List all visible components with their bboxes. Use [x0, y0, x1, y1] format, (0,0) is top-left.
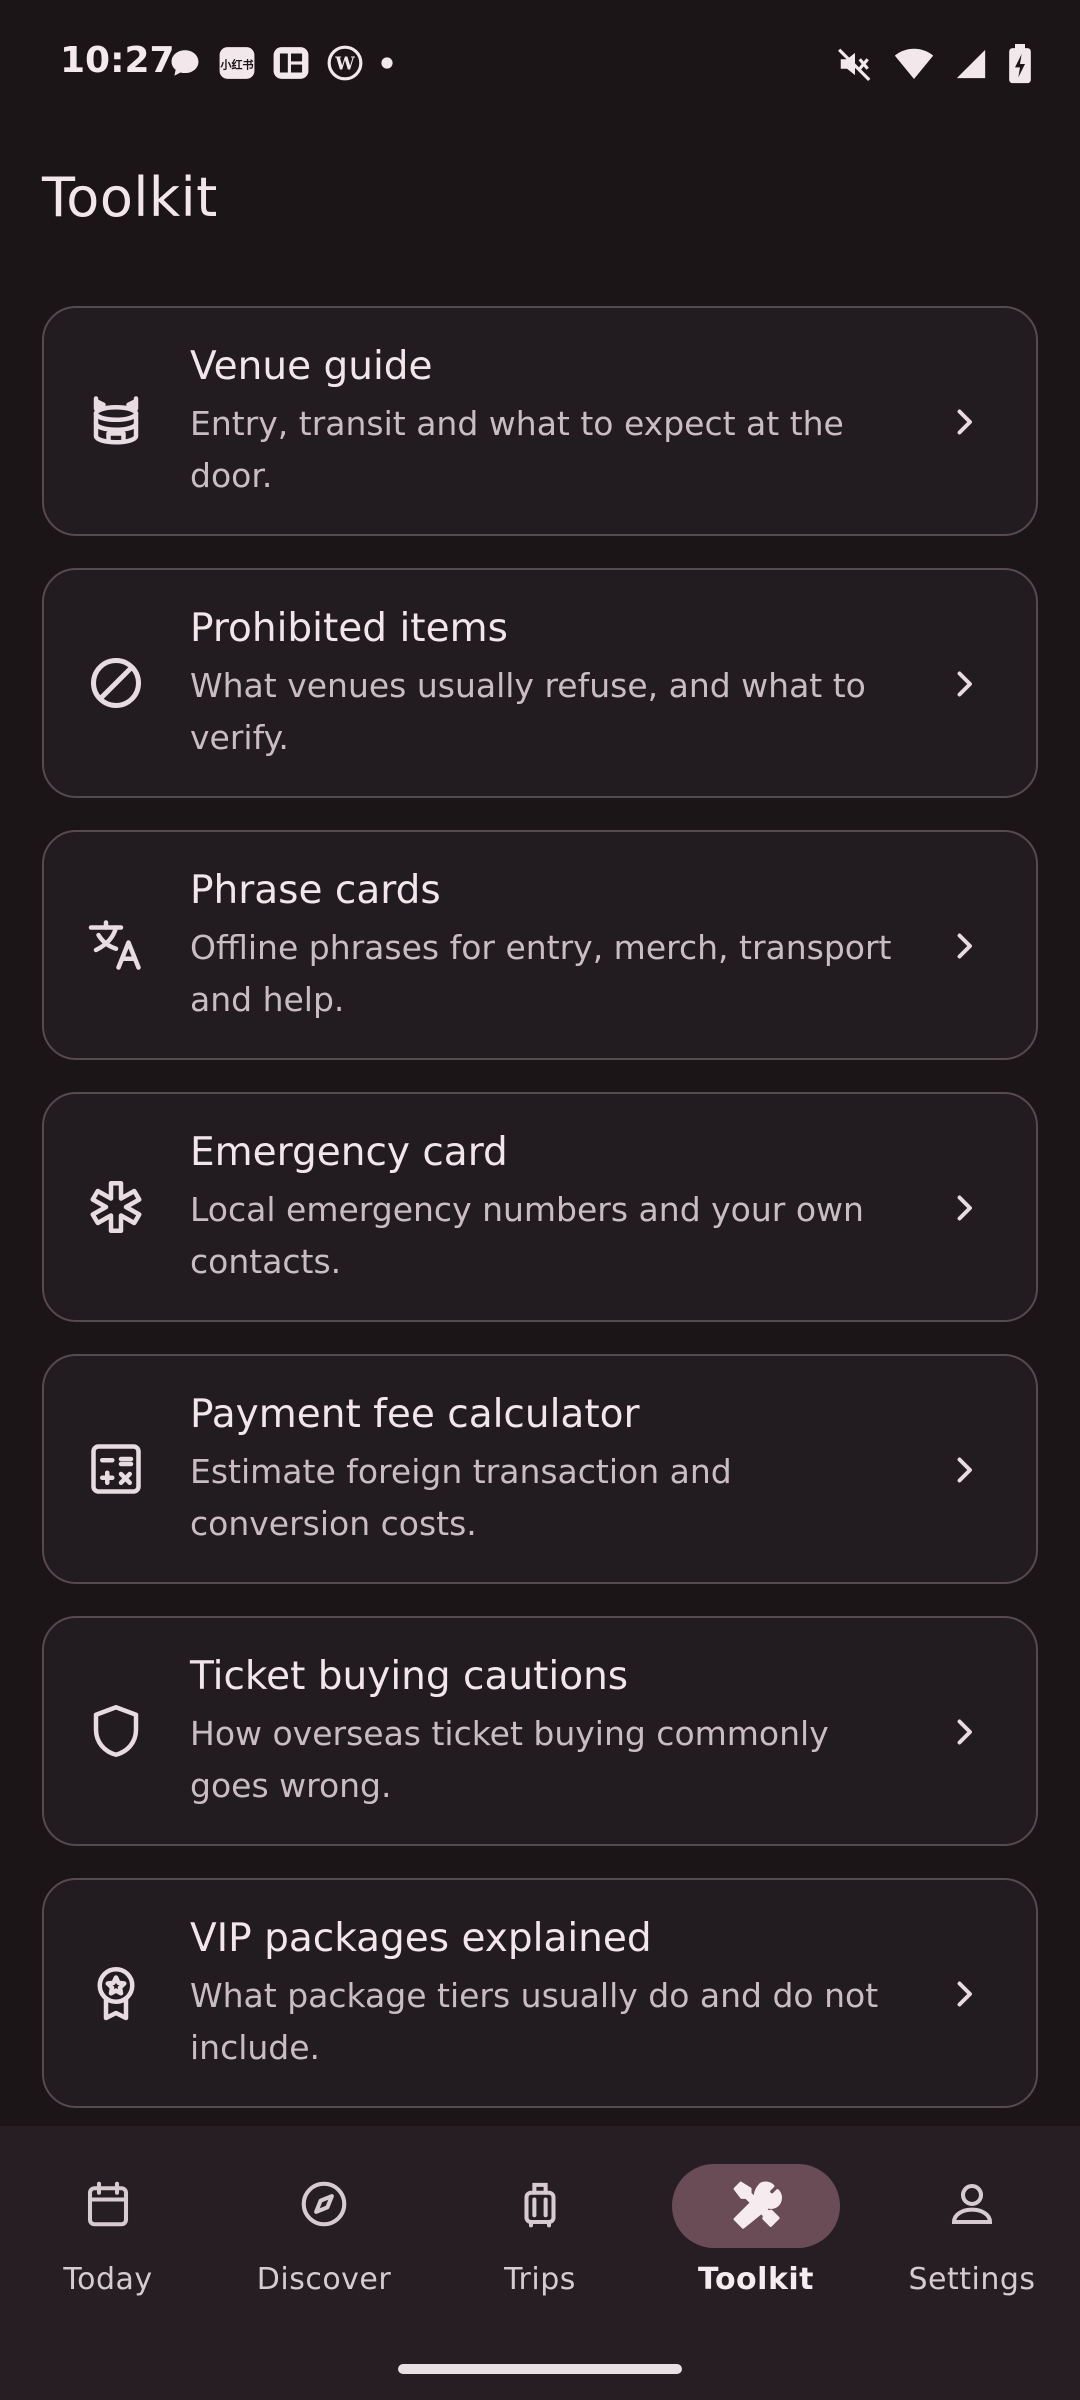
tool-card-phrase-cards[interactable]: Phrase cards Offline phrases for entry, … — [42, 830, 1038, 1060]
tool-card-venue-guide[interactable]: Venue guide Entry, transit and what to e… — [42, 306, 1038, 536]
page-title: Toolkit — [42, 166, 218, 229]
dot-icon — [380, 56, 394, 70]
tool-card-vip-packages[interactable]: VIP packages explained What package tier… — [42, 1878, 1038, 2108]
tool-description: Local emergency numbers and your own con… — [190, 1190, 864, 1281]
chevron-right-icon — [942, 924, 986, 968]
tool-description: Offline phrases for entry, merch, transp… — [190, 928, 892, 1019]
mute-icon — [836, 45, 874, 83]
tool-title: Emergency card — [190, 1130, 508, 1175]
compass-icon — [297, 2177, 351, 2235]
nav-label: Trips — [504, 2262, 576, 2297]
svg-text:小红书: 小红书 — [219, 58, 253, 72]
tool-card-emergency-card[interactable]: Emergency card Local emergency numbers a… — [42, 1092, 1038, 1322]
emergency-icon — [84, 1175, 148, 1239]
chevron-right-icon — [942, 400, 986, 444]
nav-pill — [24, 2164, 192, 2248]
prohibited-icon — [84, 651, 148, 715]
chat-bubble-icon — [168, 46, 202, 80]
tool-description: Estimate foreign transaction and convers… — [190, 1452, 732, 1543]
wordpress-icon: W — [326, 44, 364, 82]
translate-icon — [84, 913, 148, 977]
tool-title: Phrase cards — [190, 868, 441, 913]
status-time: 10:27 — [60, 40, 175, 81]
tool-description: What package tiers usually do and do not… — [190, 1976, 879, 2067]
tool-card-prohibited-items[interactable]: Prohibited items What venues usually ref… — [42, 568, 1038, 798]
svg-text:W: W — [334, 54, 355, 74]
tool-title: Payment fee calculator — [190, 1392, 640, 1437]
tool-card-payment-fee-calculator[interactable]: Payment fee calculator Estimate foreign … — [42, 1354, 1038, 1584]
calculator-icon — [84, 1437, 148, 1501]
nav-label: Toolkit — [697, 2262, 815, 2297]
luggage-icon — [513, 2177, 567, 2235]
chevron-right-icon — [942, 1710, 986, 1754]
nav-label: Discover — [256, 2262, 392, 2297]
tool-list: Venue guide Entry, transit and what to e… — [42, 306, 1038, 2140]
tool-description: How overseas ticket buying commonly goes… — [190, 1714, 829, 1805]
nav-item-trips[interactable]: Trips — [432, 2126, 648, 2326]
tool-description: What venues usually refuse, and what to … — [190, 666, 866, 757]
status-bar: 10:27 小红书 W — [0, 0, 1080, 120]
nav-pill — [240, 2164, 408, 2248]
nav-item-discover[interactable]: Discover — [216, 2126, 432, 2326]
battery-charging-icon — [1008, 44, 1032, 84]
signal-icon — [954, 47, 988, 81]
shield-icon — [84, 1699, 148, 1763]
tool-card-ticket-buying-cautions[interactable]: Ticket buying cautions How overseas tick… — [42, 1616, 1038, 1846]
tool-title: VIP packages explained — [190, 1916, 652, 1961]
tool-title: Venue guide — [190, 344, 433, 389]
news-app-icon — [272, 44, 310, 82]
home-indicator[interactable] — [398, 2364, 682, 2374]
person-icon — [945, 2177, 999, 2235]
nav-pill — [888, 2164, 1056, 2248]
stadium-icon — [84, 389, 148, 453]
nav-label: Today — [63, 2262, 153, 2297]
bottom-navigation: Today Discover Trips Toolkit Settings — [0, 2126, 1080, 2400]
xiaohongshu-icon: 小红书 — [218, 44, 256, 82]
notification-icons: 小红书 W — [168, 44, 410, 82]
award-icon — [84, 1961, 148, 2025]
chevron-right-icon — [942, 1186, 986, 1230]
nav-item-today[interactable]: Today — [0, 2126, 216, 2326]
nav-pill — [456, 2164, 624, 2248]
nav-pill-active — [672, 2164, 840, 2248]
nav-item-settings[interactable]: Settings — [864, 2126, 1080, 2326]
chevron-right-icon — [942, 1448, 986, 1492]
wifi-icon — [894, 46, 934, 82]
chevron-right-icon — [942, 662, 986, 706]
calendar-icon — [81, 2177, 135, 2235]
nav-label: Settings — [908, 2262, 1036, 2297]
tools-icon — [728, 2176, 784, 2236]
tool-title: Prohibited items — [190, 606, 508, 651]
tool-description: Entry, transit and what to expect at the… — [190, 404, 844, 495]
tool-title: Ticket buying cautions — [190, 1654, 629, 1699]
chevron-right-icon — [942, 1972, 986, 2016]
nav-item-toolkit[interactable]: Toolkit — [648, 2126, 864, 2326]
system-icons — [816, 44, 1032, 84]
